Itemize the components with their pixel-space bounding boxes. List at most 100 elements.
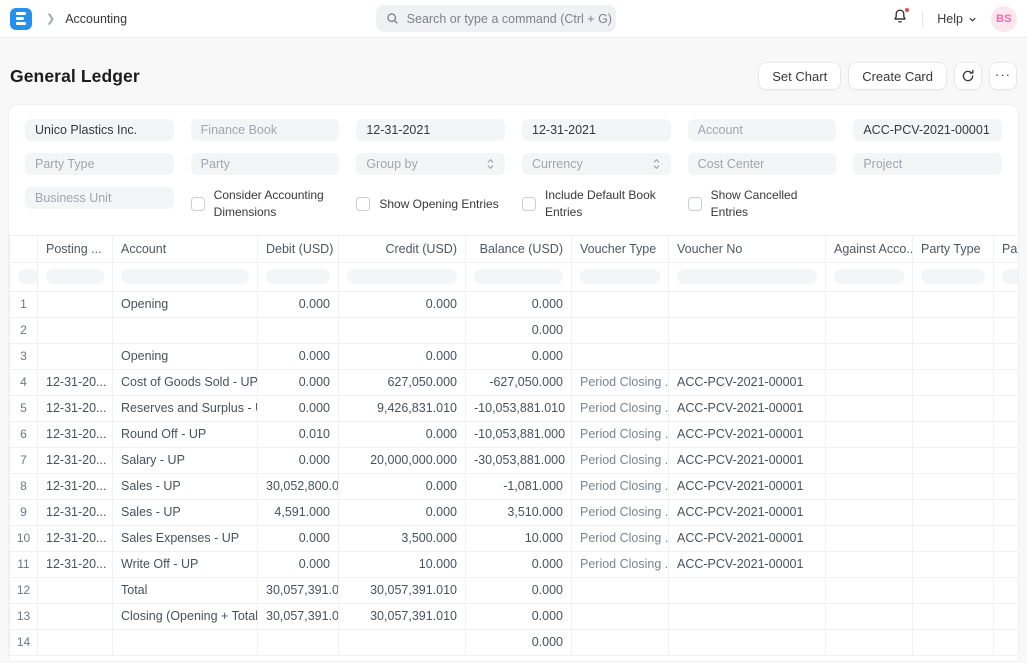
table-cell[interactable]: [339, 629, 466, 655]
row-number[interactable]: 6: [10, 421, 38, 447]
table-cell[interactable]: 0.000: [258, 525, 339, 551]
table-cell[interactable]: 30,057,391.010: [339, 603, 466, 629]
column-filter-input[interactable]: [921, 269, 985, 284]
table-cell[interactable]: [669, 577, 826, 603]
table-cell[interactable]: Sales Expenses - UP: [113, 525, 258, 551]
table-cell[interactable]: [913, 499, 994, 525]
table-cell[interactable]: 12-31-20...: [38, 525, 113, 551]
table-cell[interactable]: [913, 317, 994, 343]
table-cell[interactable]: Period Closing ...: [572, 369, 669, 395]
table-cell[interactable]: 627,050.000: [339, 369, 466, 395]
breadcrumb[interactable]: Accounting: [65, 12, 127, 26]
col-header-party-type[interactable]: Party Type: [913, 235, 994, 262]
row-number[interactable]: 3: [10, 343, 38, 369]
table-cell[interactable]: 12-31-20...: [38, 395, 113, 421]
table-cell[interactable]: [913, 343, 994, 369]
table-cell[interactable]: [913, 473, 994, 499]
help-menu[interactable]: Help: [937, 12, 977, 26]
table-cell[interactable]: 0.000: [258, 343, 339, 369]
table-cell[interactable]: [669, 291, 826, 317]
table-cell[interactable]: 9,426,831.010: [339, 395, 466, 421]
table-cell[interactable]: [913, 369, 994, 395]
col-header-balance-usd[interactable]: Balance (USD): [466, 235, 572, 262]
table-cell[interactable]: 0.000: [466, 629, 572, 655]
notifications-button[interactable]: [892, 8, 908, 29]
row-number[interactable]: 14: [10, 629, 38, 655]
menu-button[interactable]: ···: [989, 62, 1017, 90]
table-cell[interactable]: [826, 395, 913, 421]
filter-group-by[interactable]: Group by: [356, 153, 505, 175]
table-cell[interactable]: 20,000,000.000: [339, 447, 466, 473]
table-cell[interactable]: Cost of Goods Sold - UP: [113, 369, 258, 395]
col-header-voucher-type[interactable]: Voucher Type: [572, 235, 669, 262]
table-cell[interactable]: [572, 291, 669, 317]
table-cell[interactable]: 4,591.000: [258, 499, 339, 525]
table-cell[interactable]: 30,057,391.01: [258, 603, 339, 629]
table-cell[interactable]: 0.000: [466, 603, 572, 629]
column-filter-input[interactable]: [121, 269, 249, 284]
table-cell[interactable]: 12-31-20...: [38, 369, 113, 395]
table-cell[interactable]: -1,081.000: [466, 473, 572, 499]
table-cell[interactable]: Period Closing ...: [572, 525, 669, 551]
table-cell[interactable]: 12-31-20...: [38, 421, 113, 447]
table-cell[interactable]: [826, 551, 913, 577]
table-cell[interactable]: [994, 343, 1020, 369]
column-filter-input[interactable]: [677, 269, 817, 284]
filter-company[interactable]: Unico Plastics Inc.: [25, 119, 174, 141]
table-cell[interactable]: 0.000: [466, 291, 572, 317]
column-filter-input[interactable]: [474, 269, 563, 284]
table-cell[interactable]: [669, 629, 826, 655]
table-cell[interactable]: [258, 629, 339, 655]
row-number[interactable]: 7: [10, 447, 38, 473]
table-cell[interactable]: Period Closing ...: [572, 473, 669, 499]
table-cell[interactable]: [994, 473, 1020, 499]
table-cell[interactable]: [826, 629, 913, 655]
table-cell[interactable]: 0.000: [339, 291, 466, 317]
table-cell[interactable]: ACC-PCV-2021-00001: [669, 525, 826, 551]
table-cell[interactable]: [826, 499, 913, 525]
table-cell[interactable]: [913, 447, 994, 473]
table-cell[interactable]: 10.000: [466, 525, 572, 551]
table-cell[interactable]: [913, 551, 994, 577]
col-header-voucher-no[interactable]: Voucher No: [669, 235, 826, 262]
table-cell[interactable]: ACC-PCV-2021-00001: [669, 421, 826, 447]
col-header-rownum[interactable]: [10, 235, 38, 262]
table-cell[interactable]: 3,510.000: [466, 499, 572, 525]
row-number[interactable]: 12: [10, 577, 38, 603]
table-cell[interactable]: ACC-PCV-2021-00001: [669, 473, 826, 499]
row-number[interactable]: 5: [10, 395, 38, 421]
table-cell[interactable]: [826, 291, 913, 317]
table-cell[interactable]: ACC-PCV-2021-00001: [669, 369, 826, 395]
table-cell[interactable]: [994, 551, 1020, 577]
table-cell[interactable]: [994, 603, 1020, 629]
table-cell[interactable]: 12-31-20...: [38, 447, 113, 473]
row-number[interactable]: 8: [10, 473, 38, 499]
col-header-credit-usd[interactable]: Credit (USD): [339, 235, 466, 262]
table-cell[interactable]: ACC-PCV-2021-00001: [669, 499, 826, 525]
table-cell[interactable]: [669, 603, 826, 629]
filter-business-unit[interactable]: Business Unit: [25, 187, 174, 209]
table-cell[interactable]: [38, 629, 113, 655]
col-header-posting[interactable]: Posting ...: [38, 235, 113, 262]
table-cell[interactable]: 0.000: [466, 577, 572, 603]
table-cell[interactable]: [994, 421, 1020, 447]
table-cell[interactable]: [826, 447, 913, 473]
avatar[interactable]: BS: [991, 6, 1017, 32]
table-cell[interactable]: [258, 317, 339, 343]
row-number[interactable]: 1: [10, 291, 38, 317]
table-cell[interactable]: [38, 317, 113, 343]
table-cell[interactable]: [826, 343, 913, 369]
table-cell[interactable]: 0.000: [258, 551, 339, 577]
set-chart-button[interactable]: Set Chart: [758, 62, 841, 90]
filter-project[interactable]: Project: [853, 153, 1002, 175]
table-cell[interactable]: 0.000: [258, 369, 339, 395]
table-cell[interactable]: [826, 525, 913, 551]
table-cell[interactable]: 0.000: [466, 317, 572, 343]
row-number[interactable]: 11: [10, 551, 38, 577]
table-cell[interactable]: [994, 629, 1020, 655]
table-cell[interactable]: ACC-PCV-2021-00001: [669, 551, 826, 577]
table-cell[interactable]: ACC-PCV-2021-00001: [669, 395, 826, 421]
table-cell[interactable]: 30,057,391.01: [258, 577, 339, 603]
table-cell[interactable]: -10,053,881.010: [466, 395, 572, 421]
table-cell[interactable]: -627,050.000: [466, 369, 572, 395]
